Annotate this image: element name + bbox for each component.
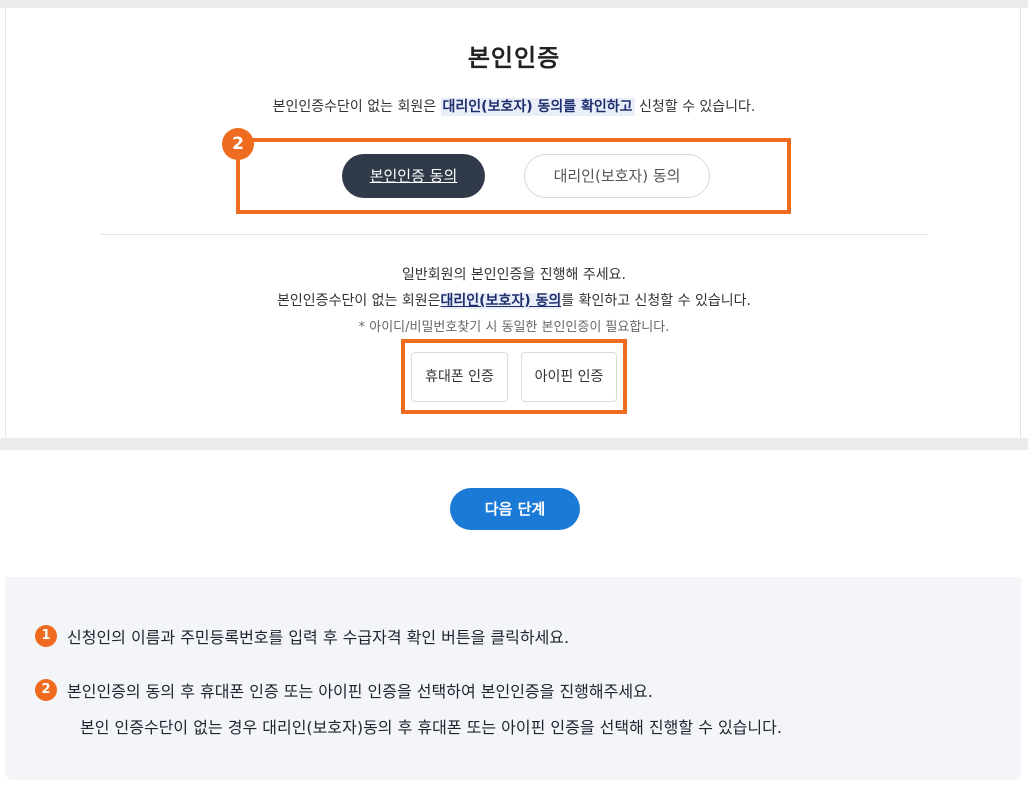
step-badge: 2 <box>222 128 254 160</box>
proxy-consent-link[interactable]: 대리인(보호자) 동의 <box>440 293 562 309</box>
top-strip <box>0 0 1028 8</box>
tab-proxy-consent[interactable]: 대리인(보호자) 동의 <box>524 154 710 198</box>
subtitle-highlight: 대리인(보호자) 동의를 확인하고 <box>440 98 635 116</box>
instruction-1: 1 신청인의 이름과 주민등록번호를 입력 후 수급자격 확인 버튼을 클릭하세요… <box>35 624 569 648</box>
info-line-2-prefix: 본인인증수단이 없는 회원은 <box>277 293 441 309</box>
section-divider <box>0 438 1028 450</box>
instruction-2-text: 본인인증의 동의 후 휴대폰 인증 또는 아이핀 인증을 선택하여 본인인증을 … <box>67 682 653 701</box>
subtitle-prefix: 본인인증수단이 없는 회원은 <box>272 99 441 115</box>
instruction-2: 2 본인인증의 동의 후 휴대폰 인증 또는 아이핀 인증을 선택하여 본인인증을… <box>35 678 653 702</box>
page-title: 본인인증 <box>467 44 561 72</box>
info-note: * 아이디/비밀번호찾기 시 동일한 본인인증이 필요합니다. <box>358 320 670 335</box>
info-line-2: 본인인증수단이 없는 회원은대리인(보호자) 동의를 확인하고 신청할 수 있습… <box>0 290 1028 310</box>
info-line-2-suffix: 를 확인하고 신청할 수 있습니다. <box>561 293 751 309</box>
instruction-1-text: 신청인의 이름과 주민등록번호를 입력 후 수급자격 확인 버튼을 클릭하세요. <box>67 628 570 647</box>
instruction-2-continued: 본인 인증수단이 없는 경우 대리인(보호자)동의 후 휴대폰 또는 아이핀 인… <box>80 718 782 737</box>
ipin-auth-button[interactable]: 아이핀 인증 <box>521 352 617 402</box>
step-2-badge: 2 <box>35 679 57 701</box>
auth-subtitle: 본인인증수단이 없는 회원은 대리인(보호자) 동의를 확인하고 신청할 수 있… <box>0 96 1028 116</box>
info-line-1: 일반회원의 본인인증을 진행해 주세요. <box>402 267 626 283</box>
phone-auth-button[interactable]: 휴대폰 인증 <box>411 352 508 402</box>
step-1-badge: 1 <box>35 625 57 647</box>
tab-self-consent[interactable]: 본인인증 동의 <box>342 154 485 198</box>
subtitle-suffix: 신청할 수 있습니다. <box>634 99 756 115</box>
next-step-button[interactable]: 다음 단계 <box>450 488 580 530</box>
divider <box>100 234 928 235</box>
